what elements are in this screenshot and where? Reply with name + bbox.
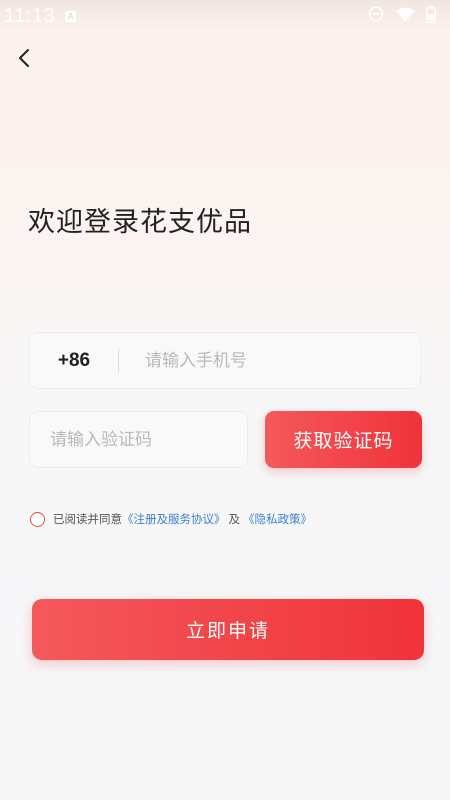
status-right <box>368 5 436 27</box>
verification-code-field[interactable] <box>29 411 248 468</box>
phone-field[interactable]: +86 <box>29 332 421 389</box>
submit-button[interactable]: 立即申请 <box>32 599 424 660</box>
agreement-conjunction: 及 <box>228 512 241 526</box>
status-bar: 11:13 A <box>0 0 450 32</box>
agreement-checkbox[interactable] <box>30 511 45 527</box>
status-left: 11:13 A <box>4 4 77 28</box>
notification-glyph: A <box>67 11 74 21</box>
phone-input[interactable] <box>143 349 397 372</box>
get-code-button[interactable]: 获取验证码 <box>265 411 422 468</box>
country-code[interactable]: +86 <box>30 350 118 372</box>
back-button[interactable] <box>8 44 40 76</box>
verification-code-input[interactable] <box>48 428 242 451</box>
battery-icon <box>426 5 436 27</box>
chevron-left-icon <box>17 48 31 72</box>
status-time: 11:13 <box>4 4 56 27</box>
page-title: 欢迎登录花支优品 <box>28 207 252 238</box>
agreement-row: 已阅读并同意 《注册及服务协议》 及 《隐私政策》 <box>30 511 312 527</box>
agreement-prefix: 已阅读并同意 <box>53 512 122 526</box>
wifi-icon <box>396 7 414 26</box>
terms-link[interactable]: 《注册及服务协议》 <box>122 511 226 527</box>
dnd-icon <box>368 6 384 26</box>
field-divider <box>118 348 119 373</box>
privacy-link[interactable]: 《隐私政策》 <box>243 511 312 527</box>
notification-icon: A <box>65 10 77 22</box>
